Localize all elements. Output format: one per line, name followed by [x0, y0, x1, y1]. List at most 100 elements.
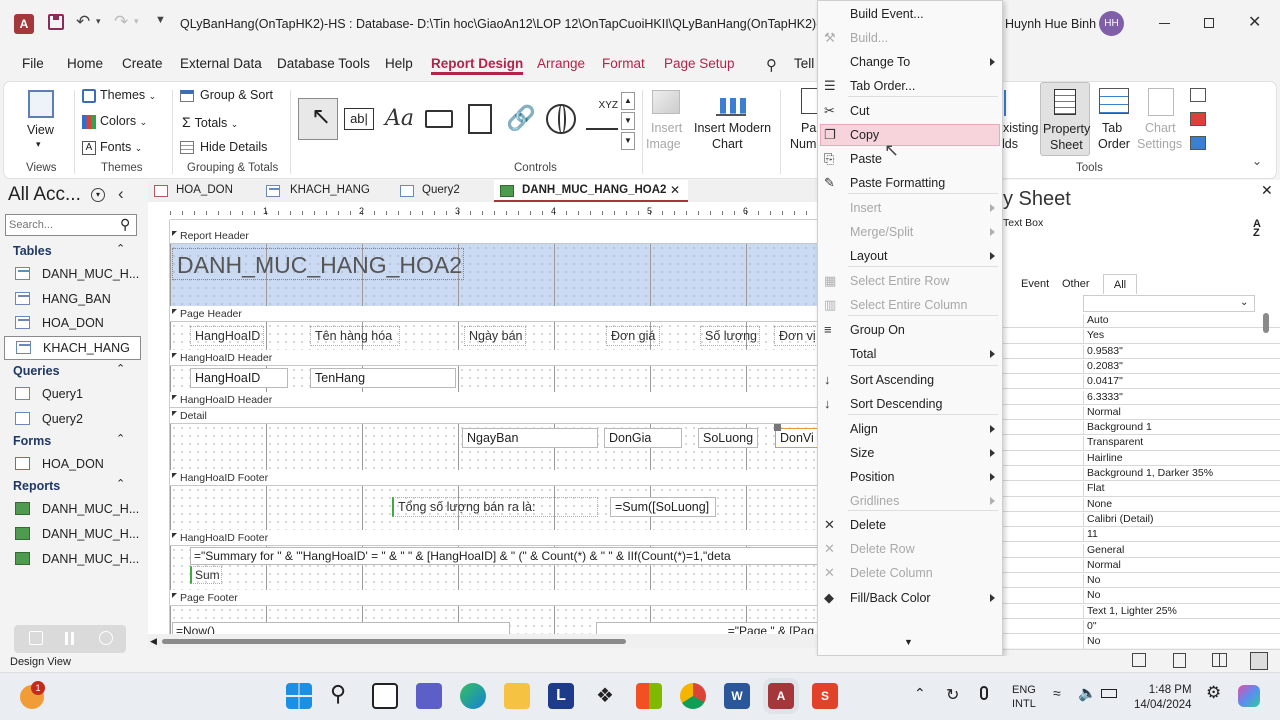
microphone-icon[interactable]	[980, 686, 988, 700]
clock[interactable]: 1:48 PM 14/04/2024	[1134, 683, 1192, 713]
menu-item-paste-formatting[interactable]: Paste Formatting	[850, 176, 945, 190]
settings-gear-icon[interactable]: ⚙	[1206, 683, 1221, 703]
tab-home[interactable]: Home	[67, 56, 103, 71]
section-page-header[interactable]: Page Header	[170, 306, 818, 322]
nav-section-reports[interactable]: Reports	[13, 479, 60, 493]
field-donvi-selected[interactable]: DonVi	[775, 428, 818, 448]
property-row[interactable]: Normal	[1003, 558, 1280, 574]
property-value[interactable]: Calibri (Detail)	[1083, 512, 1255, 527]
tab-create[interactable]: Create	[122, 56, 163, 71]
resize-handle[interactable]	[774, 424, 781, 431]
textbox-control-icon[interactable]: ab|	[344, 108, 374, 130]
navigation-control-icon[interactable]: XYZ	[586, 100, 618, 130]
property-value[interactable]: Background 1, Darker 35%	[1083, 467, 1255, 481]
property-value[interactable]: Hairline	[1083, 451, 1255, 466]
property-row[interactable]: Flat	[1003, 481, 1280, 497]
tab-page-setup[interactable]: Page Setup	[664, 56, 735, 71]
print-preview-icon[interactable]	[1173, 653, 1186, 668]
report-designer[interactable]: 1 2 3 4 5 6 Report Header DANH_MUC_HANG_…	[148, 202, 818, 648]
tab-control-icon[interactable]	[468, 104, 492, 134]
close-tab-icon[interactable]: ✕	[670, 183, 680, 197]
windows-start-icon[interactable]	[286, 683, 312, 709]
tab-file[interactable]: File	[22, 56, 44, 71]
prop-tab-event[interactable]: Event	[1021, 278, 1049, 290]
hyperlink-control-icon[interactable]: 🔗	[506, 104, 536, 134]
property-value[interactable]: No	[1083, 589, 1255, 604]
nav-section-tables[interactable]: Tables	[13, 244, 52, 258]
section-group-header-1[interactable]: HangHoaID Header	[170, 350, 818, 366]
stop-icon[interactable]	[99, 631, 113, 645]
menu-item-build-event[interactable]: Build Event...	[850, 7, 924, 21]
store-icon[interactable]	[636, 683, 662, 709]
summary-expression-field[interactable]: ="Summary for " & "'HangHoaID' = " & " "…	[190, 547, 818, 565]
nav-report-2[interactable]: DANH_MUC_H...	[13, 523, 141, 545]
total-quantity-label[interactable]: Tổng số lượng bán ra là:	[392, 497, 598, 517]
avatar[interactable]: HH	[1099, 11, 1124, 36]
collapse-queries-icon[interactable]: ⌃	[116, 362, 125, 375]
menu-item-delete[interactable]: Delete	[850, 518, 886, 532]
search-icon[interactable]: ⚲	[120, 216, 130, 233]
controls-scroll-up-icon[interactable]: ▲	[621, 92, 635, 110]
label-control-icon[interactable]: Aa	[385, 106, 414, 131]
doc-tab-query2[interactable]: Query2	[394, 180, 490, 202]
word-icon[interactable]: W	[724, 683, 750, 709]
property-row[interactable]: 0.0417"	[1003, 374, 1280, 390]
property-row[interactable]: Calibri (Detail)	[1003, 512, 1280, 528]
report-view-icon[interactable]	[1132, 653, 1146, 667]
collapse-reports-icon[interactable]: ⌃	[116, 477, 125, 490]
property-value[interactable]: No	[1083, 574, 1255, 589]
totals-button[interactable]: Σ Totals ⌄	[182, 114, 238, 130]
volume-icon[interactable]: 🔈	[1078, 684, 1097, 702]
chevron-down-icon[interactable]: ⌄	[1240, 297, 1248, 308]
nav-form-hoa-don[interactable]: HOA_DON	[13, 453, 141, 475]
fonts-button[interactable]: A Fonts ⌄	[82, 140, 142, 155]
property-row[interactable]: 0"	[1003, 619, 1280, 635]
collapse-nav-icon[interactable]: ‹	[118, 184, 124, 204]
layout-view-icon[interactable]	[1212, 653, 1227, 667]
prop-selector-dropdown[interactable]: ⌄	[1083, 295, 1255, 312]
col-label-don-vi[interactable]: Đơn vị	[774, 326, 818, 346]
teams-icon[interactable]	[416, 683, 442, 709]
undo-dropdown-icon[interactable]: ▾	[96, 16, 101, 27]
battery-icon[interactable]	[1101, 689, 1117, 698]
menu-item-total[interactable]: Total	[850, 347, 876, 361]
colors-button[interactable]: Colors ⌄	[82, 114, 147, 129]
property-value[interactable]: 11	[1083, 528, 1255, 543]
tab-external-data[interactable]: External Data	[180, 56, 262, 71]
nav-section-forms[interactable]: Forms	[13, 434, 51, 448]
tab-order-button[interactable]: Tab	[1102, 121, 1122, 135]
customize-qat-icon[interactable]: ▼	[155, 14, 166, 26]
field-tenhang[interactable]: TenHang	[310, 368, 456, 388]
menu-item-copy[interactable]: Copy	[850, 128, 879, 142]
property-value[interactable]: 0.0417"	[1083, 375, 1255, 390]
convert-macros-icon[interactable]	[1190, 112, 1206, 126]
property-row[interactable]: Background 1	[1003, 420, 1280, 436]
property-value[interactable]: 0.2083"	[1083, 359, 1255, 374]
property-value[interactable]: Normal	[1083, 405, 1255, 420]
property-value[interactable]: 0"	[1083, 620, 1255, 634]
doc-tab-danh-muc-hang-hoa2[interactable]: DANH_MUC_HANG_HOA2 ✕	[494, 180, 688, 202]
nav-section-queries[interactable]: Queries	[13, 364, 60, 378]
scrollbar-thumb[interactable]	[162, 639, 626, 644]
prop-tab-all[interactable]: All	[1103, 274, 1137, 294]
collapse-ribbon-icon[interactable]: ⌄	[1252, 154, 1262, 168]
field-dongia[interactable]: DonGia	[604, 428, 682, 448]
chrome-icon[interactable]	[680, 683, 706, 709]
tab-order-icon[interactable]	[1099, 88, 1129, 114]
field-soluong[interactable]: SoLuong	[698, 428, 758, 448]
property-row[interactable]: Background 1, Darker 35%	[1003, 466, 1280, 482]
col-label-so-luong[interactable]: Số lượng	[700, 326, 760, 346]
property-value[interactable]: None	[1083, 497, 1255, 512]
horizontal-scrollbar[interactable]: ◀	[148, 634, 818, 648]
property-row[interactable]: No	[1003, 573, 1280, 589]
minimize-icon[interactable]	[1159, 23, 1170, 24]
nav-menu-icon[interactable]: ▾	[91, 188, 105, 202]
field-hanghoaid[interactable]: HangHoaID	[190, 368, 288, 388]
property-value[interactable]: Background 1	[1083, 421, 1255, 436]
property-row[interactable]: Transparent	[1003, 435, 1280, 451]
prop-tab-other[interactable]: Other	[1062, 278, 1090, 290]
property-row[interactable]: Yes	[1003, 328, 1280, 344]
view-code-icon[interactable]	[1190, 88, 1206, 102]
property-row[interactable]: Hairline	[1003, 451, 1280, 466]
design-view-icon[interactable]	[1250, 652, 1268, 670]
